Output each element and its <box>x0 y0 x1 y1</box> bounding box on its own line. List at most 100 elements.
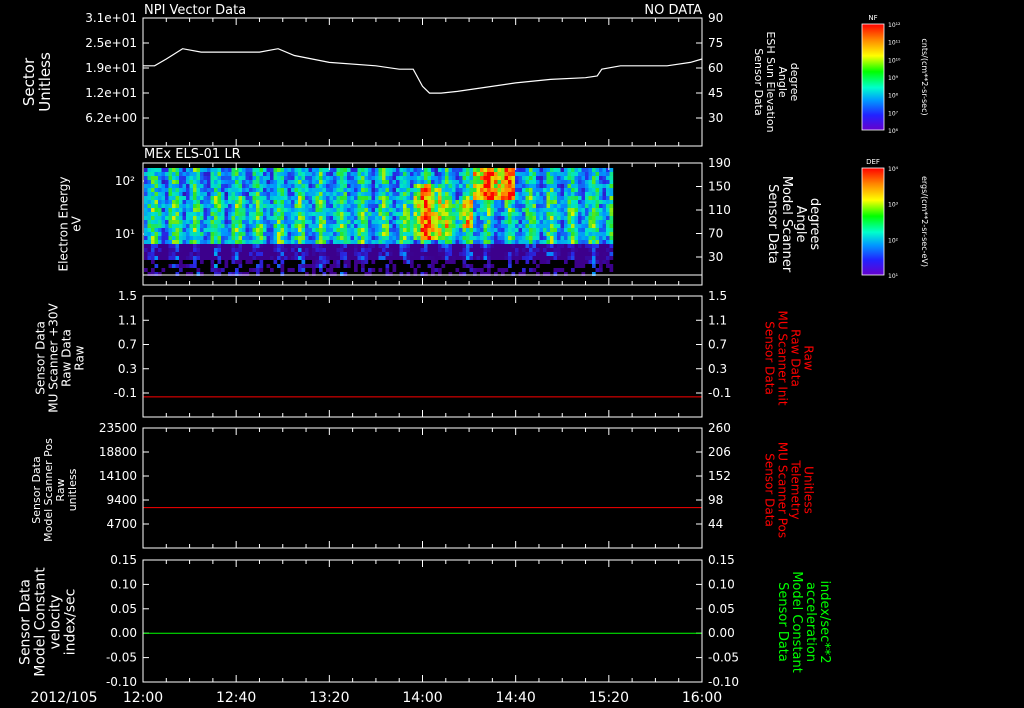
spectrogram-cell <box>263 188 267 192</box>
spectrogram-cell <box>312 260 316 264</box>
spectrogram-cell <box>595 208 600 212</box>
spectrogram-cell <box>469 224 474 228</box>
spectrogram-cell <box>238 260 243 264</box>
spectrogram-cell <box>308 168 313 172</box>
spectrogram-cell <box>172 220 176 224</box>
spectrogram-cell <box>144 200 148 204</box>
spectrogram-cell <box>196 228 201 232</box>
spectrogram-cell <box>592 220 596 224</box>
spectrogram-cell <box>217 212 222 216</box>
spectrogram-cell <box>144 188 148 192</box>
axis-label-line: Sensor Data <box>763 453 777 527</box>
spectrogram-cell <box>154 236 159 240</box>
spectrogram-cell <box>378 172 383 176</box>
spectrogram-cell <box>599 248 603 252</box>
spectrogram-cell <box>595 200 600 204</box>
spectrogram-cell <box>179 244 183 248</box>
spectrogram-cell <box>273 204 278 208</box>
spectrogram-cell <box>389 256 393 260</box>
spectrogram-cell <box>560 188 565 192</box>
spectrogram-cell <box>256 264 260 268</box>
right-tick-label: -0.05 <box>708 651 739 665</box>
spectrogram-cell <box>144 176 148 180</box>
spectrogram-cell <box>490 200 495 204</box>
spectrogram-cell <box>473 204 477 208</box>
spectrogram-cell <box>392 180 397 184</box>
spectrogram-cell <box>329 240 334 244</box>
spectrogram-cell <box>364 188 369 192</box>
spectrogram-cell <box>294 220 299 224</box>
spectrogram-cell <box>333 200 337 204</box>
spectrogram-cell <box>525 196 530 200</box>
spectrogram-cell <box>238 200 243 204</box>
spectrogram-cell <box>476 196 481 200</box>
spectrogram-cell <box>315 256 320 260</box>
spectrogram-cell <box>536 232 540 236</box>
spectrogram-cell <box>319 200 323 204</box>
spectrogram-cell <box>557 220 561 224</box>
spectrogram-cell <box>452 204 456 208</box>
spectrogram-cell <box>399 176 404 180</box>
spectrogram-cell <box>473 248 477 252</box>
spectrogram-cell <box>165 208 169 212</box>
spectrogram-cell <box>357 196 362 200</box>
spectrogram-cell <box>420 192 425 196</box>
spectrogram-cell <box>235 252 239 256</box>
spectrogram-cell <box>168 240 173 244</box>
spectrogram-cell <box>508 224 512 228</box>
spectrogram-cell <box>452 260 456 264</box>
spectrogram-cell <box>319 228 323 232</box>
spectrogram-cell <box>200 172 204 176</box>
spectrogram-cell <box>539 216 544 220</box>
spectrogram-cell <box>588 256 593 260</box>
spectrogram-cell <box>326 252 330 256</box>
spectrogram-cell <box>182 196 187 200</box>
spectrogram-cell <box>452 196 456 200</box>
spectrogram-cell <box>518 232 523 236</box>
spectrogram-cell <box>410 192 414 196</box>
spectrogram-cell <box>266 204 271 208</box>
spectrogram-cell <box>210 204 215 208</box>
spectrogram-cell <box>322 172 327 176</box>
spectrogram-cell <box>256 196 260 200</box>
spectrogram-cell <box>287 216 292 220</box>
spectrogram-cell <box>508 220 512 224</box>
spectrogram-cell <box>557 172 561 176</box>
spectrogram-cell <box>522 256 526 260</box>
right-tick-label: 30 <box>708 250 723 264</box>
spectrogram-cell <box>462 260 467 264</box>
spectrogram-cell <box>186 184 190 188</box>
spectrogram-cell <box>228 212 232 216</box>
spectrogram-cell <box>525 216 530 220</box>
spectrogram-cell <box>357 232 362 236</box>
spectrogram-cell <box>382 192 386 196</box>
spectrogram-cell <box>385 252 390 256</box>
spectrogram-cell <box>210 168 215 172</box>
spectrogram-cell <box>347 168 351 172</box>
spectrogram-cell <box>455 256 460 260</box>
spectrogram-cell <box>560 224 565 228</box>
spectrogram-cell <box>287 256 292 260</box>
spectrogram-cell <box>161 180 166 184</box>
spectrogram-cell <box>210 260 215 264</box>
spectrogram-cell <box>543 228 547 232</box>
spectrogram-cell <box>427 256 432 260</box>
spectrogram-cell <box>497 168 502 172</box>
spectrogram-cell <box>322 252 327 256</box>
spectrogram-cell <box>336 236 341 240</box>
spectrogram-cell <box>550 216 554 220</box>
spectrogram-cell <box>151 184 155 188</box>
spectrogram-cell <box>396 200 400 204</box>
spectrogram-cell <box>158 212 162 216</box>
spectrogram-cell <box>172 240 176 244</box>
spectrogram-cell <box>294 232 299 236</box>
spectrogram-cell <box>452 244 456 248</box>
spectrogram-cell <box>609 268 614 272</box>
spectrogram-cell <box>280 188 285 192</box>
spectrogram-cell <box>228 224 232 228</box>
spectrogram-cell <box>263 192 267 196</box>
spectrogram-cell <box>476 192 481 196</box>
spectrogram-cell <box>431 196 435 200</box>
spectrogram-cell <box>609 196 614 200</box>
spectrogram-cell <box>431 252 435 256</box>
